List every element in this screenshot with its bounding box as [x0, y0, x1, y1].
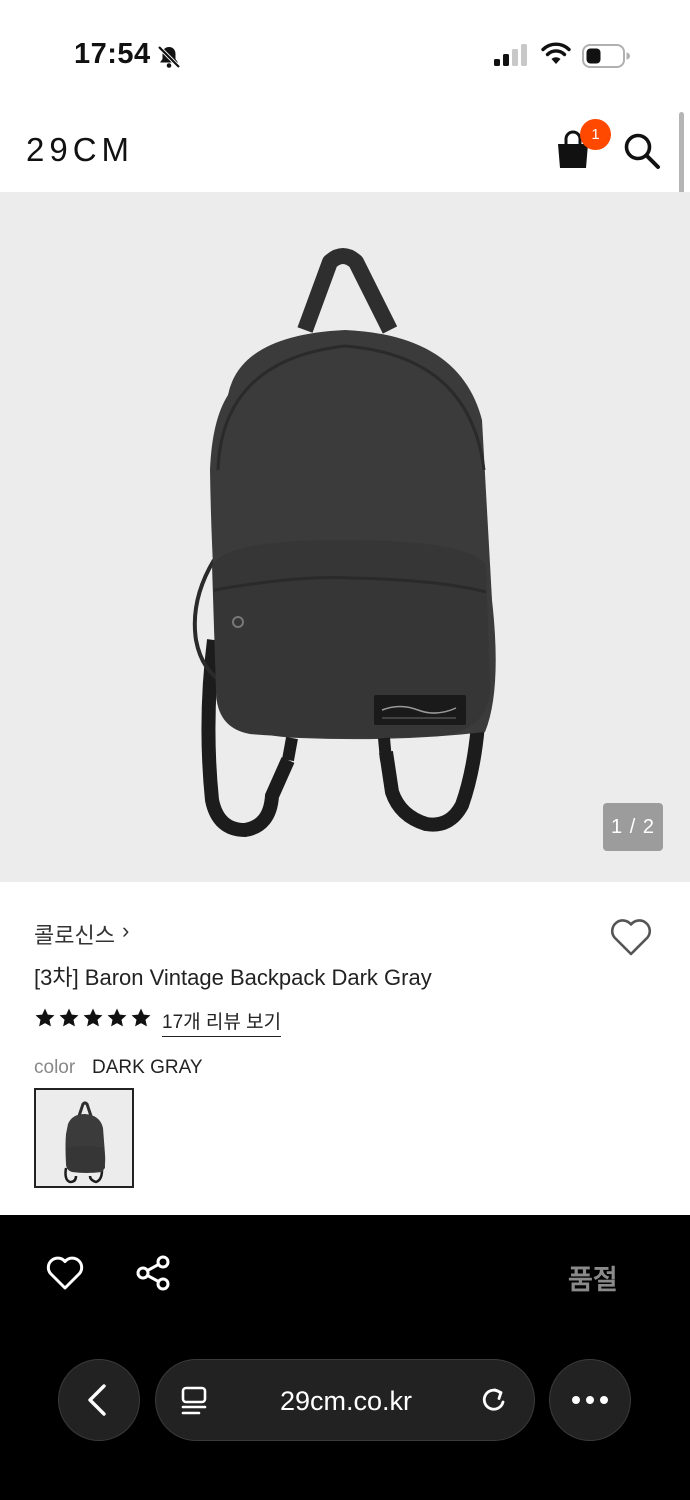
browser-back-button[interactable]: [58, 1359, 140, 1441]
cart-count-badge: 1: [580, 119, 611, 150]
site-logo[interactable]: 29CM: [26, 131, 134, 169]
product-title: [3차] Baron Vintage Backpack Dark Gray: [34, 965, 432, 990]
color-value: DARK GRAY: [92, 1057, 203, 1078]
battery-icon: [582, 44, 630, 68]
sold-out-label: 품절: [568, 1265, 618, 1295]
brand-chevron-icon: ›: [122, 918, 130, 943]
review-link[interactable]: 17개 리뷰 보기: [162, 1007, 282, 1037]
reload-icon[interactable]: [478, 1384, 510, 1416]
cellular-signal-icon: [494, 44, 527, 66]
address-bar[interactable]: 29cm.co.kr: [155, 1359, 535, 1441]
rating-stars: [34, 1007, 152, 1029]
backpack-thumbnail: [64, 1101, 106, 1184]
star-icon: [107, 1008, 127, 1027]
color-swatch-thumbnail[interactable]: [34, 1088, 134, 1188]
product-image[interactable]: [0, 192, 690, 882]
silent-bell-icon: [157, 45, 181, 69]
screen: 17:54 29CM 1 1 / 2 콜로신스 › [3차] Baron Vin…: [0, 0, 690, 1500]
star-icon: [83, 1008, 103, 1027]
color-label: color: [34, 1057, 76, 1078]
brand-link[interactable]: 콜로신스: [34, 918, 115, 950]
chevron-left-icon: [87, 1383, 106, 1416]
star-icon: [131, 1008, 151, 1027]
more-options-button[interactable]: [549, 1359, 631, 1441]
heart-icon[interactable]: [608, 916, 654, 958]
share-icon[interactable]: [134, 1254, 172, 1292]
search-icon[interactable]: [622, 131, 662, 171]
star-icon: [35, 1008, 55, 1027]
status-time: 17:54: [74, 38, 151, 70]
star-icon: [59, 1008, 79, 1027]
wishlist-heart-icon[interactable]: [45, 1254, 85, 1292]
wifi-icon: [541, 42, 571, 64]
ellipsis-icon: [571, 1395, 608, 1404]
backpack-illustration: [192, 248, 496, 838]
image-pager: 1 / 2: [603, 803, 663, 851]
